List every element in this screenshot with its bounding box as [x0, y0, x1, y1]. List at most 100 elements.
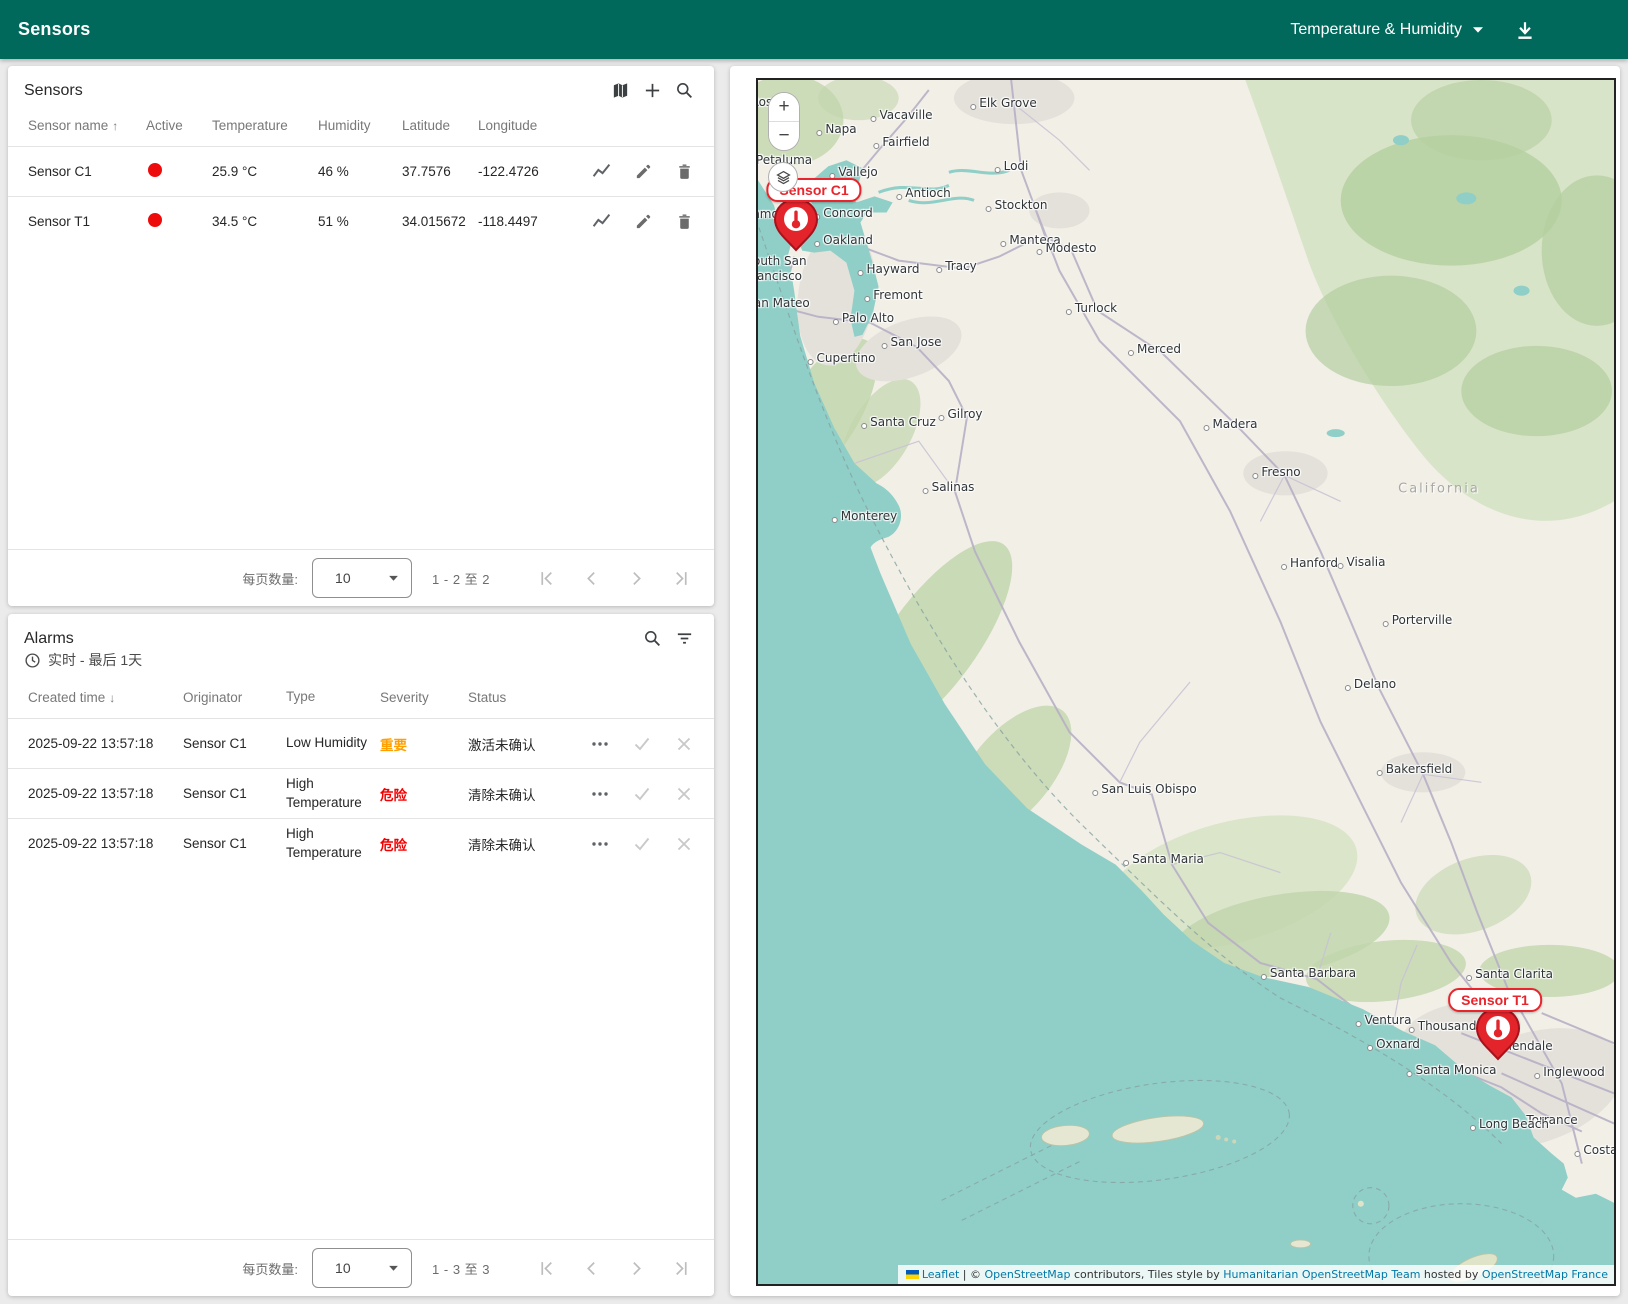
column-latitude[interactable]: Latitude — [402, 118, 478, 133]
last-page-button[interactable] — [673, 1260, 690, 1277]
map-city-label: Antioch — [896, 186, 951, 200]
column-status[interactable]: Status — [468, 690, 694, 705]
alarm-ack-button[interactable] — [632, 784, 652, 804]
map-city-label: San Luis Obispo — [1092, 782, 1197, 796]
first-page-icon — [541, 1261, 552, 1275]
leaflet-link[interactable]: Leaflet — [922, 1268, 959, 1281]
column-active[interactable]: Active — [146, 118, 212, 133]
show-on-map-button[interactable] — [611, 81, 630, 100]
map-city-label: Salinas — [922, 480, 975, 494]
download-dashboard-button[interactable] — [1514, 19, 1536, 41]
layers-button[interactable] — [768, 162, 798, 192]
page-size-select[interactable]: 10 — [312, 1248, 413, 1288]
column-humidity[interactable]: Humidity — [318, 118, 402, 133]
map-attribution: Leaflet | © OpenStreetMap contributors, … — [897, 1265, 1614, 1284]
plus-icon — [645, 83, 660, 98]
osmfr-link[interactable]: OpenStreetMap France — [1482, 1268, 1608, 1281]
column-created-time[interactable]: Created time ↓ — [28, 690, 183, 705]
map-city-label: San Mateo — [758, 296, 810, 310]
map-city-label: Oakland — [814, 233, 873, 247]
map-tiles — [758, 80, 1614, 1284]
chevron-right-icon — [633, 1261, 641, 1275]
zoom-out-button[interactable]: − — [769, 122, 799, 150]
map-marker-label-sensor-t1[interactable]: Sensor T1 — [1448, 988, 1542, 1012]
filter-button[interactable] — [675, 629, 694, 648]
trash-icon — [679, 214, 690, 229]
alarm-clear-button[interactable] — [674, 784, 694, 804]
more-dots-icon — [592, 741, 608, 746]
ukraine-flag-icon — [905, 1270, 919, 1279]
first-page-button[interactable] — [538, 570, 555, 587]
column-type[interactable]: Type — [286, 688, 380, 707]
table-row[interactable]: 2025-09-22 13:57:18 Sensor C1 High Tempe… — [8, 768, 714, 818]
hot-link[interactable]: Humanitarian OpenStreetMap Team — [1223, 1268, 1420, 1281]
map-city-label: Long Beach — [1469, 1117, 1550, 1131]
alarm-more-button[interactable] — [590, 834, 610, 854]
alarms-time-window[interactable]: 实时 - 最后 1天 — [8, 648, 714, 676]
map-marker-sensor-t1[interactable] — [1474, 1006, 1522, 1067]
map-marker-sensor-c1[interactable] — [772, 197, 820, 258]
map-city-label: Madera — [1203, 417, 1258, 431]
last-page-icon — [676, 571, 687, 585]
map-city-label: Costa Mesa — [1574, 1143, 1614, 1157]
alarm-ack-button[interactable] — [632, 834, 652, 854]
next-page-button[interactable] — [628, 570, 645, 587]
timeseries-chart-icon — [592, 164, 611, 177]
sensor-latitude: 37.7576 — [402, 164, 451, 179]
alarm-clear-button[interactable] — [674, 734, 694, 754]
timeseries-button[interactable] — [591, 211, 612, 232]
search-button[interactable] — [643, 629, 662, 648]
more-dots-icon — [592, 841, 608, 846]
delete-button[interactable] — [675, 212, 694, 231]
alarm-more-button[interactable] — [590, 784, 610, 804]
prev-page-button[interactable] — [583, 1260, 600, 1277]
state-label: California — [1398, 481, 1480, 497]
leaflet-map[interactable]: Santa RosaVacavilleElk GroveNapaFairfiel… — [756, 78, 1616, 1286]
pencil-icon — [636, 214, 651, 229]
dashboard-state-select[interactable]: Temperature & Humidity — [1290, 21, 1484, 39]
alarm-clear-button[interactable] — [674, 834, 694, 854]
chevron-down-icon — [389, 575, 398, 581]
alarm-created-time: 2025-09-22 13:57:18 — [28, 836, 154, 851]
delete-button[interactable] — [675, 162, 694, 181]
table-row[interactable]: 2025-09-22 13:57:18 Sensor C1 Low Humidi… — [8, 718, 714, 768]
edit-button[interactable] — [634, 212, 653, 231]
table-row[interactable]: 2025-09-22 13:57:18 Sensor C1 High Tempe… — [8, 818, 714, 868]
zoom-in-button[interactable]: + — [769, 93, 799, 121]
search-icon — [645, 631, 660, 646]
alarm-ack-button[interactable] — [632, 734, 652, 754]
edit-button[interactable] — [634, 162, 653, 181]
column-originator[interactable]: Originator — [183, 690, 286, 705]
table-row[interactable]: Sensor C1 25.9 °C 46 % 37.7576 -122.4726 — [8, 146, 714, 196]
map-city-label: Elk Grove — [970, 96, 1037, 110]
chevron-left-icon — [587, 571, 595, 585]
column-longitude[interactable]: Longitude — [478, 118, 694, 133]
map-city-label: Delano — [1344, 677, 1397, 691]
last-page-button[interactable] — [673, 570, 690, 587]
sensors-widget-title: Sensors — [24, 81, 83, 99]
map-city-label: Vacaville — [870, 108, 933, 122]
timeseries-button[interactable] — [591, 161, 612, 182]
alarms-widget: Alarms 实时 - 最后 1天 Created time ↓ Originat… — [8, 614, 714, 1296]
column-sensor-name[interactable]: Sensor name ↑ — [28, 118, 146, 133]
next-page-button[interactable] — [628, 1260, 645, 1277]
alarm-more-button[interactable] — [590, 734, 610, 754]
alarm-originator: Sensor C1 — [183, 836, 247, 851]
prev-page-button[interactable] — [583, 570, 600, 587]
map-city-label: Hanford — [1281, 556, 1338, 570]
search-button[interactable] — [675, 81, 694, 100]
map-city-label: Fairfield — [873, 135, 930, 149]
chevron-right-icon — [633, 571, 641, 585]
search-icon — [677, 83, 692, 98]
page-size-select[interactable]: 10 — [312, 558, 413, 598]
column-temperature[interactable]: Temperature — [212, 118, 318, 133]
add-entity-button[interactable] — [643, 81, 662, 100]
sensor-temperature: 34.5 °C — [212, 214, 258, 229]
alarm-severity: 危险 — [380, 837, 407, 853]
table-row[interactable]: Sensor T1 34.5 °C 51 % 34.015672 -118.44… — [8, 196, 714, 246]
column-severity[interactable]: Severity — [380, 690, 468, 705]
first-page-button[interactable] — [538, 1260, 555, 1277]
osm-link[interactable]: OpenStreetMap — [984, 1268, 1070, 1281]
download-icon — [1518, 21, 1532, 39]
active-indicator — [148, 213, 162, 227]
